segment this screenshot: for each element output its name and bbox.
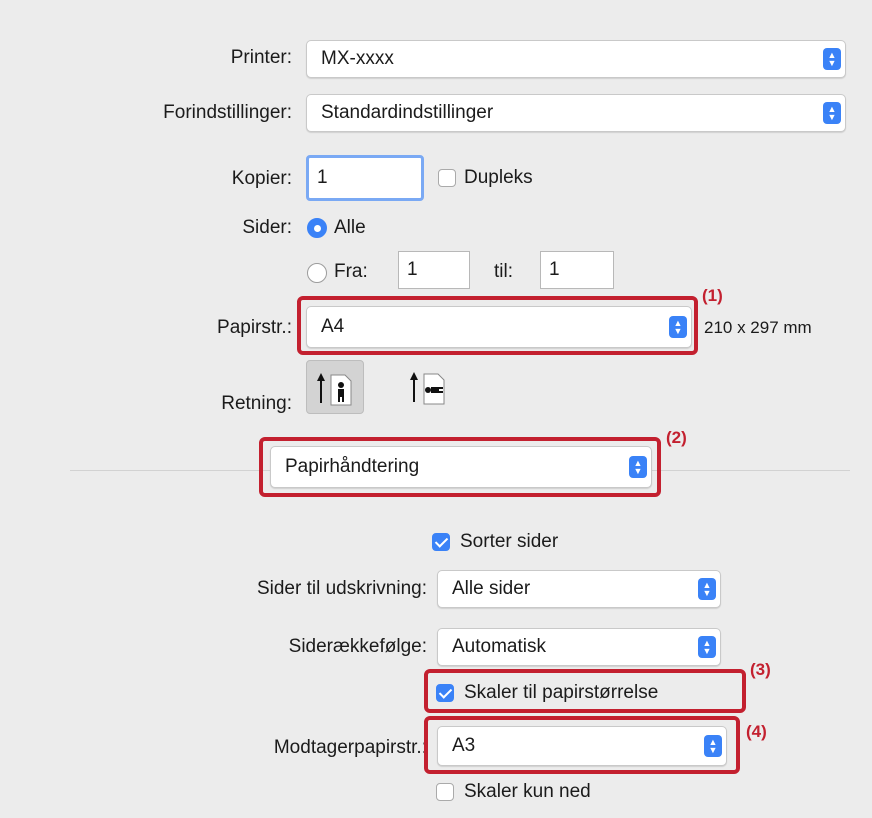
presets-value: Standardindstillinger	[321, 102, 494, 123]
pages-from-value: 1	[407, 259, 418, 280]
pages-to-print-popup[interactable]: Alle sider ▲ ▼	[437, 570, 721, 608]
destination-paper-label: Modtagerpapirstr.:	[273, 737, 427, 758]
pages-label: Sider:	[242, 217, 292, 238]
printer-popup[interactable]: MX-xxxx ▲ ▼	[306, 40, 846, 78]
paper-dimensions: 210 x 297 mm	[704, 318, 812, 337]
section-popup[interactable]: Papirhåndtering ▲ ▼	[270, 446, 652, 488]
presets-label: Forindstillinger:	[163, 102, 292, 123]
pages-from-field[interactable]: 1	[398, 251, 470, 289]
pages-to-print-value: Alle sider	[452, 578, 531, 599]
pages-from-label: Fra:	[334, 261, 368, 282]
scale-to-paper-checkbox[interactable]	[436, 684, 454, 702]
printer-label: Printer:	[230, 47, 292, 68]
page-order-popup[interactable]: Automatisk ▲ ▼	[437, 628, 721, 666]
landscape-icon	[410, 372, 445, 405]
page-order-label: Siderækkefølge:	[288, 636, 427, 657]
pages-to-value: 1	[549, 259, 560, 280]
landscape-orientation-button[interactable]	[400, 360, 458, 414]
portrait-icon	[317, 373, 352, 406]
paper-size-value: A4	[321, 316, 345, 337]
collate-label: Sorter sider	[460, 531, 559, 552]
pages-to-field[interactable]: 1	[540, 251, 614, 289]
copies-label: Kopier:	[231, 168, 292, 189]
portrait-orientation-button[interactable]	[306, 360, 364, 414]
duplex-checkbox[interactable]	[438, 169, 456, 187]
chevron-updown-icon: ▲ ▼	[823, 102, 841, 124]
scale-down-only-checkbox[interactable]	[436, 783, 454, 801]
callout-3: (3)	[750, 660, 771, 679]
chevron-updown-icon: ▲ ▼	[629, 456, 647, 478]
scale-down-only-label: Skaler kun ned	[464, 781, 591, 802]
pages-to-label: til:	[494, 261, 513, 282]
printer-value: MX-xxxx	[321, 48, 394, 69]
copies-field[interactable]: 1	[306, 155, 424, 201]
page-order-value: Automatisk	[452, 636, 546, 657]
scale-to-paper-label: Skaler til papirstørrelse	[464, 682, 659, 703]
chevron-updown-icon: ▲ ▼	[669, 316, 687, 338]
section-value: Papirhåndtering	[285, 456, 420, 477]
collate-checkbox[interactable]	[432, 533, 450, 551]
callout-2: (2)	[666, 428, 687, 447]
duplex-label: Dupleks	[464, 167, 533, 188]
pages-to-print-label: Sider til udskrivning:	[256, 578, 427, 599]
callout-1: (1)	[702, 286, 723, 305]
presets-popup[interactable]: Standardindstillinger ▲ ▼	[306, 94, 846, 132]
paper-size-popup[interactable]: A4 ▲ ▼	[306, 306, 692, 348]
copies-value: 1	[317, 167, 328, 188]
destination-paper-value: A3	[452, 735, 476, 756]
pages-all-label: Alle	[334, 217, 366, 238]
chevron-updown-icon: ▲ ▼	[704, 735, 722, 757]
pages-range-radio[interactable]	[307, 263, 327, 283]
pages-all-radio[interactable]	[307, 218, 327, 238]
chevron-updown-icon: ▲ ▼	[698, 578, 716, 600]
callout-4: (4)	[746, 722, 767, 741]
chevron-updown-icon: ▲ ▼	[698, 636, 716, 658]
destination-paper-popup[interactable]: A3 ▲ ▼	[437, 726, 727, 766]
orientation-label: Retning:	[221, 393, 292, 414]
chevron-updown-icon: ▲ ▼	[823, 48, 841, 70]
paper-size-label: Papirstr.:	[217, 317, 292, 338]
